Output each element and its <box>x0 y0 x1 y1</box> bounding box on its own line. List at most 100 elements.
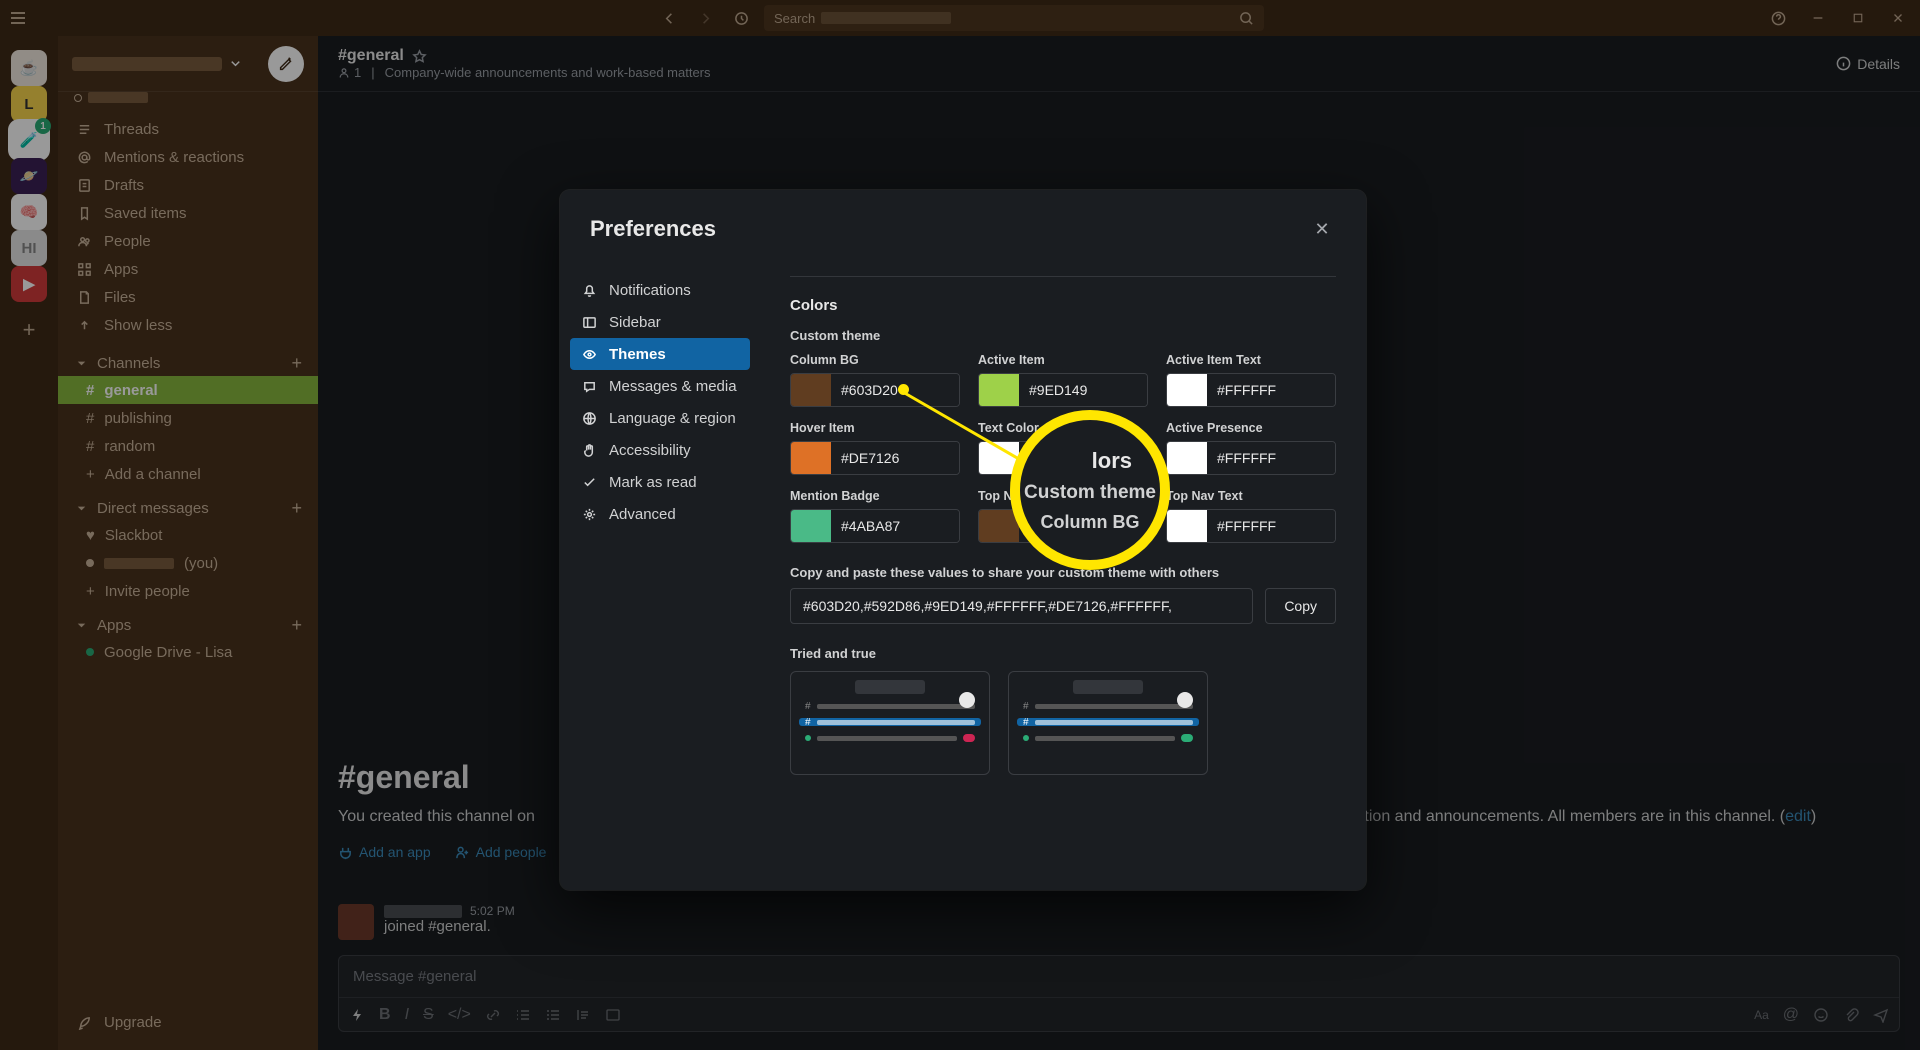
modal-close-button[interactable]: ✕ <box>1308 215 1336 243</box>
dm-self[interactable]: (you) <box>58 549 318 577</box>
workspace-button[interactable]: 🪐 <box>11 158 47 194</box>
color-input[interactable]: #FFFFFF <box>1166 441 1336 475</box>
add-app-plus[interactable]: + <box>291 615 302 636</box>
presence-indicator <box>74 94 82 102</box>
theme-preset-card[interactable]: # # <box>1008 671 1208 775</box>
strike-button[interactable]: S <box>423 1006 434 1024</box>
details-button[interactable]: Details <box>1836 56 1900 72</box>
color-swatch[interactable] <box>791 510 831 542</box>
add-app-link[interactable]: Add an app <box>338 844 431 860</box>
add-people-link[interactable]: Add people <box>455 844 547 860</box>
workspace-button[interactable]: 🧪1 <box>11 122 47 158</box>
nav-back-button[interactable] <box>656 5 682 31</box>
bold-button[interactable]: B <box>379 1006 391 1024</box>
mention-button[interactable]: @ <box>1783 1006 1799 1024</box>
pref-nav-language-region[interactable]: Language & region <box>570 402 750 434</box>
pref-nav-messages-media[interactable]: Messages & media <box>570 370 750 402</box>
dm-slackbot[interactable]: ♥Slackbot <box>58 521 318 549</box>
sidebar-item-people[interactable]: People <box>58 227 318 255</box>
channel-random[interactable]: #random <box>58 432 318 460</box>
attach-icon[interactable] <box>1843 1007 1859 1023</box>
apps-section-header[interactable]: Apps + <box>58 605 318 638</box>
search-input[interactable]: Search <box>764 5 1264 31</box>
workspace-button[interactable]: ☕ <box>11 50 47 86</box>
workspace-button[interactable]: HI <box>11 230 47 266</box>
color-input[interactable]: #4ABA87 <box>790 509 960 543</box>
maximize-button[interactable] <box>1844 6 1872 30</box>
color-field-active-item: Active Item#9ED149 <box>978 353 1148 407</box>
message-text: joined #general. <box>384 918 515 935</box>
format-button[interactable]: Aa <box>1754 1008 1769 1022</box>
composer-placeholder[interactable]: Message #general <box>339 956 1899 997</box>
pref-nav-accessibility[interactable]: Accessibility <box>570 434 750 466</box>
message-row: 5:02 PM joined #general. <box>338 904 515 940</box>
star-icon[interactable] <box>412 49 427 64</box>
color-field-active-item-text: Active Item Text#FFFFFF <box>1166 353 1336 407</box>
channel-general[interactable]: #general <box>58 376 318 404</box>
theme-preset-card[interactable]: # # <box>790 671 990 775</box>
code-button[interactable]: </> <box>448 1006 471 1024</box>
channel-publishing[interactable]: #publishing <box>58 404 318 432</box>
color-swatch[interactable] <box>1167 442 1207 474</box>
theme-string-input[interactable]: #603D20,#592D86,#9ED149,#FFFFFF,#DE7126,… <box>790 588 1253 624</box>
sidebar-item-bookmark[interactable]: Saved items <box>58 199 318 227</box>
message-composer[interactable]: Message #general B I S </> Aa @ <box>338 955 1900 1032</box>
callout-magnifier: lors Custom theme Column BG <box>1010 410 1170 570</box>
ordered-list-icon[interactable] <box>515 1007 531 1023</box>
workspace-button[interactable]: L <box>11 86 47 122</box>
pref-nav-sidebar[interactable]: Sidebar <box>570 306 750 338</box>
link-icon[interactable] <box>485 1007 501 1023</box>
channels-section-header[interactable]: Channels + <box>58 343 318 376</box>
app-item[interactable]: Google Drive - Lisa <box>58 638 318 666</box>
sidebar-item-threads[interactable]: Threads <box>58 115 318 143</box>
workspace-button[interactable]: 🧠 <box>11 194 47 230</box>
bullet-list-icon[interactable] <box>545 1007 561 1023</box>
italic-button[interactable]: I <box>405 1006 409 1024</box>
lightning-icon[interactable] <box>349 1007 365 1023</box>
pref-nav-notifications[interactable]: Notifications <box>570 274 750 306</box>
help-button[interactable] <box>1764 6 1792 30</box>
search-icon <box>1239 11 1254 26</box>
avatar <box>338 904 374 940</box>
add-dm-plus[interactable]: + <box>291 498 302 519</box>
color-swatch[interactable] <box>979 374 1019 406</box>
sidebar-item-up[interactable]: Show less <box>58 311 318 339</box>
upgrade-link[interactable]: Upgrade <box>58 1008 318 1036</box>
color-input[interactable]: #FFFFFF <box>1166 509 1336 543</box>
sidebar-item-draft[interactable]: Drafts <box>58 171 318 199</box>
sidebar-item-file[interactable]: Files <box>58 283 318 311</box>
close-button[interactable] <box>1884 6 1912 30</box>
copy-button[interactable]: Copy <box>1265 588 1336 624</box>
color-input[interactable]: #DE7126 <box>790 441 960 475</box>
invite-people-link[interactable]: +Invite people <box>58 577 318 605</box>
color-swatch[interactable] <box>1167 510 1207 542</box>
pref-nav-advanced[interactable]: Advanced <box>570 498 750 530</box>
menu-icon[interactable] <box>8 8 28 28</box>
color-input[interactable]: #9ED149 <box>978 373 1148 407</box>
add-channel-plus[interactable]: + <box>291 353 302 374</box>
dm-section-header[interactable]: Direct messages + <box>58 488 318 521</box>
color-input[interactable]: #FFFFFF <box>1166 373 1336 407</box>
edit-topic-link[interactable]: edit <box>1785 808 1811 825</box>
send-icon[interactable] <box>1873 1007 1889 1023</box>
minimize-button[interactable] <box>1804 6 1832 30</box>
history-button[interactable] <box>728 5 754 31</box>
pref-nav-mark-as-read[interactable]: Mark as read <box>570 466 750 498</box>
sidebar-item-at[interactable]: Mentions & reactions <box>58 143 318 171</box>
color-swatch[interactable] <box>791 442 831 474</box>
codeblock-icon[interactable] <box>605 1007 621 1023</box>
color-swatch[interactable] <box>791 374 831 406</box>
sidebar-item-apps[interactable]: Apps <box>58 255 318 283</box>
compose-button[interactable] <box>268 46 304 82</box>
workspace-header[interactable] <box>58 36 318 92</box>
color-swatch[interactable] <box>1167 374 1207 406</box>
add-workspace-button[interactable]: + <box>11 312 47 348</box>
quote-icon[interactable] <box>575 1007 591 1023</box>
nav-forward-button[interactable] <box>692 5 718 31</box>
workspace-name-redacted <box>72 57 222 71</box>
color-input[interactable]: #603D20 <box>790 373 960 407</box>
pref-nav-themes[interactable]: Themes <box>570 338 750 370</box>
workspace-button[interactable]: ▶ <box>11 266 47 302</box>
add-channel-link[interactable]: +Add a channel <box>58 460 318 488</box>
emoji-icon[interactable] <box>1813 1007 1829 1023</box>
